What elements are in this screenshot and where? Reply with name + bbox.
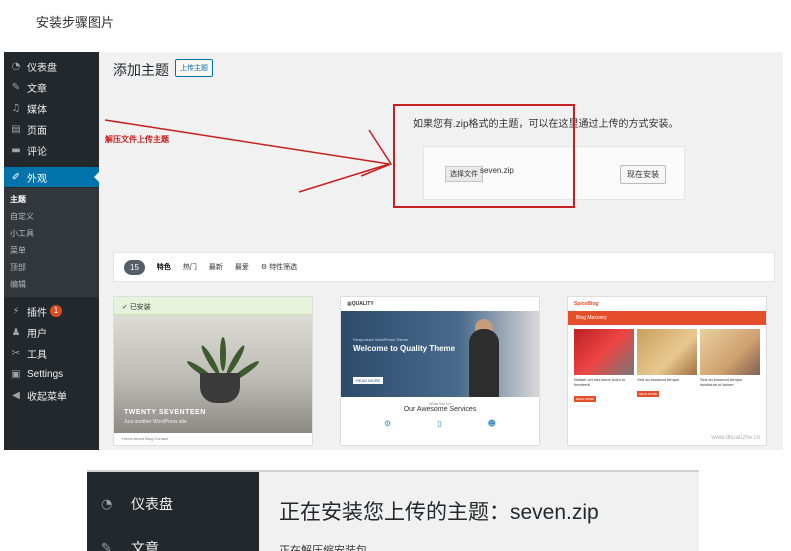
tab-featured[interactable]: 特色 [157,262,171,272]
sidebar-item-media[interactable]: ♫ 媒体 [4,98,99,118]
portrait-photo [700,329,760,375]
theme-preview-image: Responsive WordPress Theme Welcome to Qu… [341,311,539,397]
update-count-badge: 1 [50,305,62,317]
sidebar-item-settings[interactable]: ▣ Settings [4,364,99,384]
theme-preview-nav: Home About Blog Contact [114,433,312,445]
annotation-label: 解压文件上传主题 [105,135,169,144]
tab-popular[interactable]: 热门 [183,262,197,272]
main-content: 添加主题 上传主题 如果您有.zip格式的主题，可以在这里通过上传的方式安装。 … [99,52,783,450]
pin-icon: ✎ [101,540,112,551]
spice-banner: Blog Masonry [568,311,766,325]
feature-filter-link[interactable]: ⚙ 特性筛选 [261,262,297,272]
quality-brand: ▦ QUALITY [341,297,539,311]
cogs-icon: ⚙ [384,419,392,428]
install-status-text: 正在解压缩安装包... [279,545,377,551]
sidebar-item-pages[interactable]: ▤ 页面 [4,119,99,139]
wp-installing-screenshot: ◔ 仪表盘 ✎ 文章 正在安装您上传的主题：seven.zip 正在解压缩安装包..… [87,470,699,551]
settings-icon: ▣ [11,368,21,380]
plugin-icon: ⚡ [12,305,20,317]
food-photo [637,329,697,375]
theme-card-twenty-seventeen[interactable]: ✓ 已安装 TWENTY SEVENTEEN Just another Word… [113,296,313,446]
sidebar-item-appearance[interactable]: ✐ 外观 [4,167,99,187]
theme-card-spiceblog[interactable]: SpiceBlog Blog Masonry Nullam vel nisi l… [567,296,767,446]
sidebar-item-users[interactable]: ♟ 用户 [4,322,99,342]
theme-preview-title: TWENTY SEVENTEEN [124,409,206,416]
plant-pot [200,373,240,403]
comment-icon: ▬ [11,144,21,156]
quality-services: What We Do Our Awesome Services ⚙ ▯ ☻ [384,401,496,428]
gear-icon: ⚙ [260,263,268,271]
users-icon: ☻ [487,419,496,428]
tab-latest[interactable]: 最新 [209,262,223,272]
checkmark-icon: ✓ [122,304,130,311]
theme-preview-subtitle: Just another WordPress site [124,419,187,425]
brush-icon: ✐ [11,171,21,183]
car-photo [574,329,634,375]
sidebar-item-tools[interactable]: ✂ 工具 [4,343,99,363]
submenu-themes[interactable]: 主题 [4,191,99,208]
submenu-widgets[interactable]: 小工具 [4,225,99,242]
admin-sidebar: ◔ 仪表盘 ✎ 文章 [87,472,259,551]
sidebar-item-dashboard[interactable]: ◔ 仪表盘 [101,494,173,514]
appearance-submenu: 主题 自定义 小工具 菜单 顶部 编辑 [4,188,99,297]
media-icon: ♫ [11,102,21,114]
page-title: 正在安装您上传的主题：seven.zip [279,501,599,524]
admin-sidebar: ◔ 仪表盘 ✎ 文章 ♫ 媒体 ▤ 页面 ▬ 评论 ✐ 外观 主题 自定义 小工具 菜单 顶… [4,52,99,450]
theme-count: 15 [124,259,145,275]
theme-preview-image: Nullam vel nisi lorem dolor in hendrerit… [568,325,766,405]
submenu-header[interactable]: 顶部 [4,259,99,276]
sidebar-item-dashboard[interactable]: ◔ 仪表盘 [4,56,99,76]
submenu-customize[interactable]: 自定义 [4,208,99,225]
theme-card-quality[interactable]: ▦ QUALITY Responsive WordPress Theme Wel… [340,296,540,446]
submenu-menus[interactable]: 菜单 [4,242,99,259]
sidebar-item-posts[interactable]: ✎ 文章 [101,538,159,551]
sidebar-item-collapse[interactable]: ◀ 收起菜单 [4,385,99,405]
theme-filter-bar: 15 特色 热门 最新 最爱 ⚙ 特性筛选 [113,252,775,282]
mobile-icon: ▯ [437,419,442,428]
page-icon: ▤ [11,123,21,135]
collapse-icon: ◀ [12,389,20,401]
user-icon: ♟ [11,326,21,338]
tab-favorites[interactable]: 最爱 [235,262,249,272]
sidebar-item-posts[interactable]: ✎ 文章 [4,77,99,97]
main-content: 正在安装您上传的主题：seven.zip 正在解压缩安装包... [259,472,699,551]
installed-notice: ✓ 已安装 [114,297,312,315]
dashboard-icon: ◔ [11,60,21,72]
article-caption: 安装步骤图片 [36,15,115,30]
wrench-icon: ✂ [11,347,21,359]
theme-preview-image: TWENTY SEVENTEEN Just another WordPress … [114,315,312,433]
sidebar-item-comments[interactable]: ▬ 评论 [4,140,99,160]
watermark: www.dhuanzhe.cn [711,435,760,441]
spice-brand: SpiceBlog [568,297,766,311]
submenu-editor[interactable]: 编辑 [4,276,99,293]
wp-add-theme-screenshot: ◔ 仪表盘 ✎ 文章 ♫ 媒体 ▤ 页面 ▬ 评论 ✐ 外观 主题 自定义 小工具 菜单 顶… [4,52,783,450]
dashboard-icon: ◔ [101,496,113,512]
sidebar-item-plugins[interactable]: ⚡ 插件 1 [4,301,99,321]
pin-icon: ✎ [11,81,21,93]
